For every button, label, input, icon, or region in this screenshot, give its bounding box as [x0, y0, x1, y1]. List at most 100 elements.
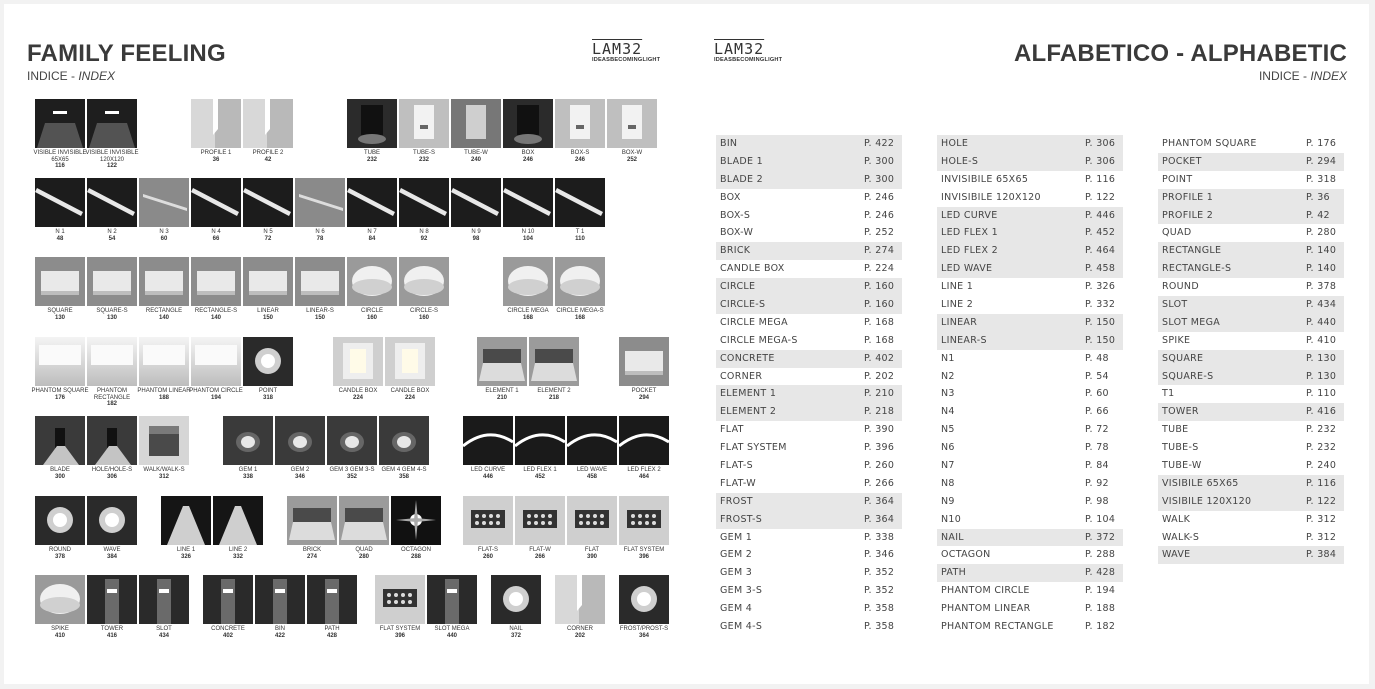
product-photo: [463, 496, 513, 545]
index-entry-name: CIRCLE: [720, 281, 756, 293]
product-thumbnail: N 9 98: [451, 178, 501, 242]
index-entry-page: P. 458: [1085, 263, 1116, 275]
index-entry: N2 P. 54: [937, 368, 1123, 386]
index-entry: FLAT-W P. 266: [716, 475, 902, 493]
index-entry-name: TUBE-S: [1162, 442, 1199, 454]
product-photo: [347, 99, 397, 148]
index-entry-name: GEM 1: [720, 531, 753, 543]
product-thumbnail: LED CURVE 446: [463, 416, 513, 480]
index-entry-page: P. 318: [1306, 173, 1337, 185]
product-photo: [243, 178, 293, 227]
product-thumbnail: BRICK 274: [287, 496, 337, 560]
index-entry-name: N3: [941, 388, 955, 400]
product-thumbnail: WAVE 384: [87, 496, 137, 560]
product-thumbnail: LINEAR 150: [243, 257, 293, 321]
index-entry: CONCRETE P. 402: [716, 349, 902, 368]
product-caption: POINT 318: [237, 388, 299, 401]
product-photo: [87, 257, 137, 306]
product-photo: [477, 337, 527, 386]
product-thumbnail: N 8 92: [399, 178, 449, 242]
index-entry: WAVE P. 384: [1158, 546, 1344, 565]
index-entry-name: BLADE 2: [720, 173, 764, 185]
product-thumbnail: N 4 66: [191, 178, 241, 242]
index-entry: GEM 3-S P. 352: [716, 582, 902, 600]
product-page: 182: [106, 401, 117, 408]
index-entry: TOWER P. 416: [1158, 403, 1344, 422]
index-entry-name: WALK-S: [1162, 531, 1200, 543]
index-entry-page: P. 92: [1085, 477, 1109, 489]
product-label: GEM 4 GEM 4-S: [381, 467, 427, 473]
product-photo: [139, 178, 189, 227]
index-entry-page: P. 160: [864, 281, 895, 293]
product-photo: [503, 99, 553, 148]
product-photo: [503, 257, 553, 306]
subtitle-label-italic: INDEX: [78, 69, 116, 83]
index-entry-page: P. 306: [1085, 155, 1116, 167]
product-page: 168: [574, 314, 585, 321]
product-thumbnail: FLAT SYSTEM 396: [375, 575, 425, 639]
index-entry-page: P. 452: [1085, 227, 1116, 239]
product-photo: [451, 178, 501, 227]
index-entry: FLAT P. 390: [716, 421, 902, 439]
index-entry-name: CIRCLE MEGA: [720, 316, 788, 328]
product-thumbnail: RECTANGLE 140: [139, 257, 189, 321]
index-entry-name: WAVE: [1162, 549, 1191, 561]
index-entry-page: P. 36: [1306, 191, 1330, 203]
product-page: 358: [398, 473, 409, 480]
product-thumbnail: PHANTOM SQUARE 176: [32, 337, 88, 401]
index-entry-name: PATH: [941, 567, 967, 579]
product-caption: BOX-W 252: [601, 150, 663, 163]
index-entry-name: CIRCLE-S: [720, 299, 766, 311]
index-entry: ROUND P. 378: [1158, 278, 1344, 296]
index-entry-page: P. 338: [864, 531, 895, 543]
index-entry-page: P. 440: [1306, 316, 1337, 328]
product-photo: [161, 496, 211, 545]
product-photo: [327, 416, 377, 465]
logo-wordmark: LAM32: [714, 40, 765, 58]
index-entry-name: PHANTOM CIRCLE: [941, 585, 1030, 597]
product-photo: [567, 416, 617, 465]
page-title: FAMILY FEELING: [27, 40, 226, 67]
index-entry-name: TUBE: [1162, 424, 1189, 436]
product-thumbnail: SPIKE 410: [35, 575, 85, 639]
product-photo: [463, 416, 513, 465]
index-entry-name: FROST-S: [720, 513, 763, 525]
product-thumbnail: LED FLEX 2 464: [619, 416, 669, 480]
index-entry-page: P. 434: [1306, 299, 1337, 311]
index-entry-name: INVISIBILE 65X65: [941, 173, 1029, 185]
product-thumbnail: BIN 422: [255, 575, 305, 639]
product-photo: [503, 178, 553, 227]
index-entry-page: P. 428: [1085, 567, 1116, 579]
product-label: BOX-W: [621, 150, 643, 156]
product-photo: [223, 416, 273, 465]
index-entry: GEM 1 P. 338: [716, 529, 902, 547]
product-thumbnail: OCTAGON 288: [391, 496, 441, 560]
index-entry-page: P. 122: [1306, 495, 1337, 507]
index-entry-name: LED WAVE: [941, 263, 993, 275]
index-entry: SLOT MEGA P. 440: [1158, 313, 1344, 332]
product-page: 110: [575, 235, 585, 242]
product-label: POINT: [258, 388, 278, 394]
index-entry-name: N9: [941, 495, 955, 507]
index-entry-name: INVISIBILE 120X120: [941, 191, 1041, 203]
index-entry: LED WAVE P. 458: [937, 260, 1123, 279]
product-photo: [35, 496, 85, 545]
index-entry-page: P. 232: [1306, 442, 1337, 454]
index-entry-page: P. 42: [1306, 209, 1330, 221]
product-page: 384: [106, 553, 117, 560]
product-caption: LINE 2 332: [207, 547, 269, 560]
product-thumbnail: RECTANGLE-S 140: [191, 257, 241, 321]
product-thumbnail: FLAT-S 260: [463, 496, 513, 560]
index-entry-page: P. 280: [1306, 227, 1337, 239]
index-entry-name: QUAD: [1162, 227, 1192, 239]
index-entry: POINT P. 318: [1158, 171, 1344, 189]
index-entry-page: P. 332: [1085, 299, 1116, 311]
product-photo: [35, 178, 85, 227]
product-photo: [391, 496, 441, 545]
product-thumbnail: LINEAR-S 150: [295, 257, 345, 321]
index-entry: CIRCLE MEGA-S P. 168: [716, 332, 902, 350]
product-photo: [333, 337, 383, 386]
product-photo: [35, 99, 85, 148]
index-entry: GEM 4-S P. 358: [716, 618, 902, 636]
index-entry: BOX-W P. 252: [716, 224, 902, 242]
